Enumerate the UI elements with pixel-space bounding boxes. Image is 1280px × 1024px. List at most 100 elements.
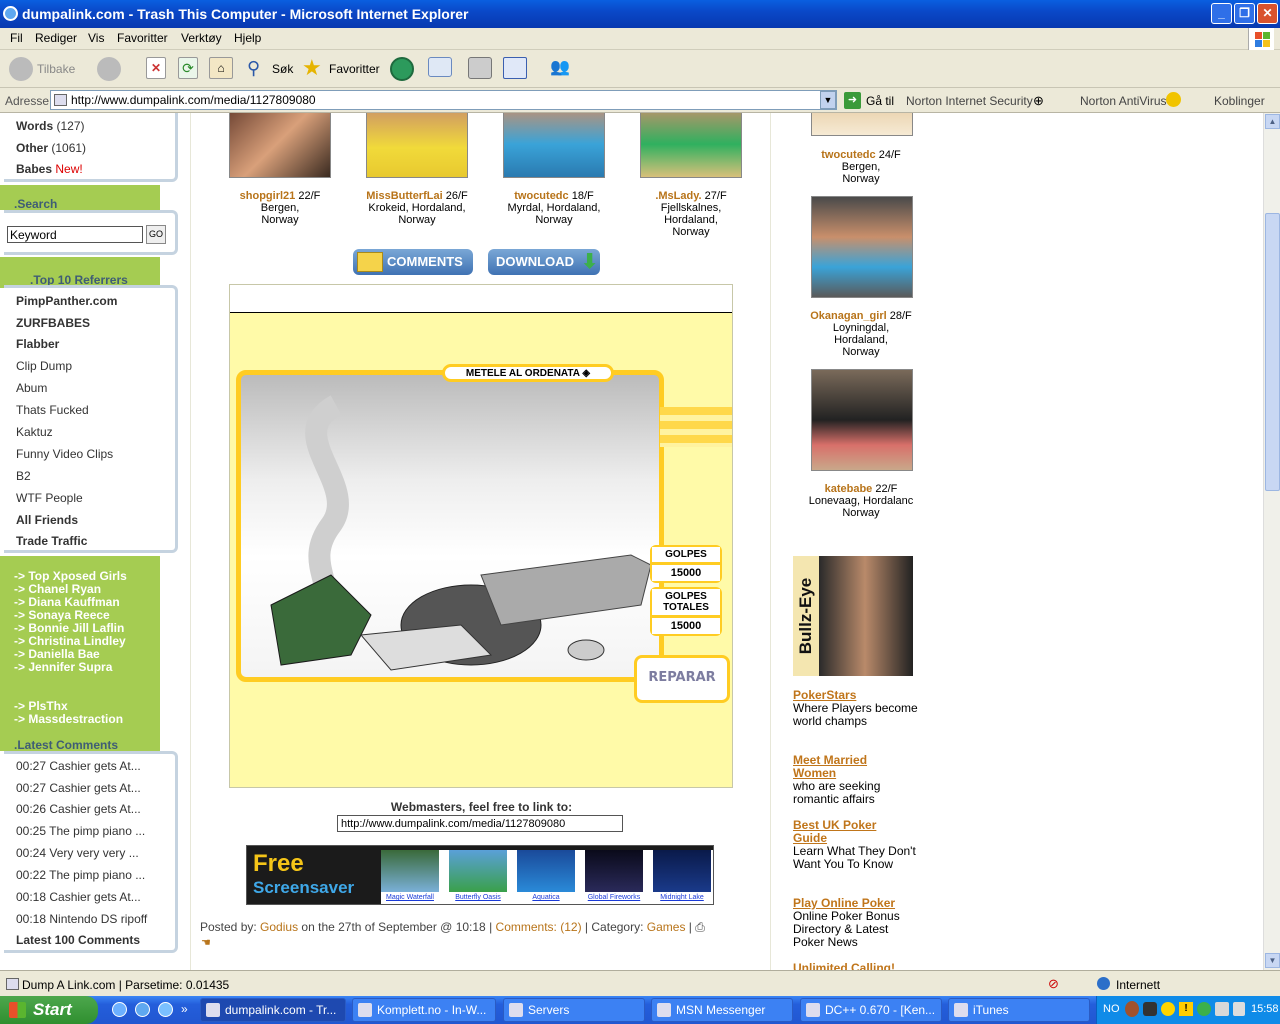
scroll-up-icon[interactable]: ▲ — [1265, 114, 1280, 129]
screensaver-thumb[interactable] — [653, 850, 711, 892]
screensaver-link[interactable]: Butterfly Oasis — [449, 894, 507, 901]
profile-photo[interactable] — [503, 113, 605, 178]
refresh-icon[interactable]: ⟳ — [178, 57, 198, 79]
search-label[interactable]: Søk — [272, 62, 293, 76]
green-link[interactable]: -> Bonnie Jill Laflin — [14, 621, 124, 635]
green-link[interactable]: -> Christina Lindley — [14, 634, 126, 648]
flash-game[interactable]: METELE AL ORDENATA ◈ GOLPES 15000 GOLPES… — [229, 284, 733, 788]
screensaver-link[interactable]: Global Fireworks — [585, 894, 643, 901]
screensaver-link[interactable]: Midnight Lake — [653, 894, 711, 901]
green-link[interactable]: -> PlsThx — [14, 699, 68, 713]
tray-icon[interactable] — [1161, 1002, 1175, 1016]
menu-view[interactable]: Vis — [88, 31, 104, 45]
print-icon[interactable] — [468, 57, 492, 79]
globe-icon[interactable]: ⊕ — [1033, 93, 1044, 109]
profile-photo[interactable] — [366, 113, 468, 178]
latest-comment[interactable]: 00:22 The pimp piano ... — [16, 868, 145, 882]
clock[interactable]: 15:58 — [1251, 1003, 1279, 1015]
scroll-thumb[interactable] — [1265, 213, 1280, 491]
green-link[interactable]: -> Top Xposed Girls — [14, 569, 127, 583]
address-input[interactable]: http://www.dumpalink.com/media/112780908… — [50, 90, 837, 110]
ad-link[interactable]: Best UK Poker Guide — [793, 819, 903, 845]
vertical-scrollbar[interactable]: ▲ ▼ — [1263, 113, 1280, 970]
back-label[interactable]: Tilbake — [37, 62, 75, 76]
task-button[interactable]: Servers — [503, 998, 645, 1022]
messenger-icon[interactable]: 👥 — [550, 57, 574, 79]
link-url-field[interactable] — [337, 815, 623, 832]
search-input[interactable] — [7, 226, 143, 243]
green-link[interactable]: -> Chanel Ryan — [14, 582, 101, 596]
hand-icon[interactable]: ☚ — [201, 936, 211, 949]
screensaver-banner[interactable]: Free Screensaver Magic Waterfall Butterf… — [246, 845, 714, 905]
latest-comment[interactable]: 00:24 Very very very ... — [16, 846, 139, 860]
norton-security-label[interactable]: Norton Internet Security — [906, 94, 1033, 108]
ad-link[interactable]: Unlimited Calling! — [793, 962, 895, 971]
game-scene[interactable] — [236, 370, 664, 682]
screensaver-link[interactable]: Magic Waterfall — [381, 894, 439, 901]
referrer-link[interactable]: B2 — [16, 469, 31, 483]
go-label[interactable]: Gå til — [866, 94, 894, 108]
profile-photo[interactable] — [229, 113, 331, 178]
latest-comment[interactable]: 00:18 Cashier gets At... — [16, 890, 141, 904]
green-link[interactable]: -> Jennifer Supra — [14, 660, 112, 674]
comments-count-link[interactable]: Comments: (12) — [496, 920, 582, 934]
profile-photo[interactable] — [811, 369, 913, 471]
referrer-link[interactable]: Clip Dump — [16, 359, 72, 373]
profile-photo[interactable] — [811, 196, 913, 298]
green-link[interactable]: -> Diana Kauffman — [14, 595, 120, 609]
minimize-button[interactable]: _ — [1211, 3, 1232, 24]
warning-icon[interactable]: ! — [1179, 1002, 1193, 1016]
referrer-link[interactable]: Flabber — [16, 337, 59, 351]
screensaver-thumb[interactable] — [517, 850, 575, 892]
tray-icon[interactable] — [1143, 1002, 1157, 1016]
latest-100-comments-link[interactable]: Latest 100 Comments — [16, 933, 140, 947]
menu-favorites[interactable]: Favoritter — [117, 31, 168, 45]
back-icon[interactable] — [9, 57, 33, 81]
repair-button[interactable]: REPARAR — [634, 655, 730, 703]
home-icon[interactable]: ⌂ — [209, 57, 233, 79]
category-other[interactable]: Other (1061) — [16, 141, 86, 155]
referrer-link[interactable]: All Friends — [16, 513, 78, 527]
profile-photo[interactable] — [640, 113, 742, 178]
referrer-link[interactable]: WTF People — [16, 491, 83, 505]
search-icon[interactable]: ⚲ — [247, 57, 269, 79]
author-link[interactable]: Godius — [260, 920, 298, 934]
menu-help[interactable]: Hjelp — [234, 31, 261, 45]
edit-icon[interactable] — [503, 57, 527, 79]
referrer-link[interactable]: PimpPanther.com — [16, 294, 117, 308]
task-button[interactable]: Komplett.no - In-W... — [352, 998, 496, 1022]
address-url[interactable]: http://www.dumpalink.com/media/112780908… — [71, 93, 316, 107]
latest-comment[interactable]: 00:27 Cashier gets At... — [16, 759, 141, 773]
referrer-link[interactable]: Abum — [16, 381, 47, 395]
start-button[interactable]: Start — [0, 996, 98, 1024]
menu-edit[interactable]: Rediger — [35, 31, 77, 45]
menu-file[interactable]: Fil — [10, 31, 23, 45]
download-button[interactable]: DOWNLOAD ⬇ — [488, 249, 600, 275]
print-icon[interactable]: ⎙ — [695, 920, 705, 934]
screensaver-thumb[interactable] — [381, 850, 439, 892]
category-babes[interactable]: Babes New! — [16, 162, 83, 176]
volume-icon[interactable] — [1233, 1002, 1245, 1016]
address-dropdown-icon[interactable]: ▼ — [820, 91, 836, 109]
go-arrow-icon[interactable]: ➜ — [844, 92, 861, 109]
screensaver-link[interactable]: Aquatica — [517, 894, 575, 901]
latest-comment[interactable]: 00:25 The pimp piano ... — [16, 824, 145, 838]
quicklaunch-ie-icon[interactable] — [135, 1002, 150, 1017]
task-button[interactable]: MSN Messenger — [651, 998, 793, 1022]
category-words[interactable]: Words (127) — [16, 119, 84, 133]
links-label[interactable]: Koblinger — [1214, 94, 1265, 108]
green-link[interactable]: -> Daniella Bae — [14, 647, 100, 661]
bullz-eye-ad[interactable]: Bullz-Eye — [793, 556, 913, 676]
task-button[interactable]: DC++ 0.670 - [Ken... — [800, 998, 942, 1022]
maximize-button[interactable]: ❐ — [1234, 3, 1255, 24]
category-link[interactable]: Games — [647, 920, 686, 934]
tray-icon[interactable] — [1215, 1002, 1229, 1016]
stop-icon[interactable]: ✕ — [146, 57, 166, 79]
norton-av-label[interactable]: Norton AntiVirus — [1080, 94, 1167, 108]
green-link[interactable]: -> Massdestraction — [14, 712, 123, 726]
referrer-link[interactable]: Trade Traffic — [16, 534, 87, 548]
favorites-label[interactable]: Favoritter — [329, 62, 380, 76]
mail-icon[interactable] — [428, 57, 452, 77]
referrer-link[interactable]: Thats Fucked — [16, 403, 89, 417]
quicklaunch-more-icon[interactable]: » — [181, 1002, 188, 1016]
